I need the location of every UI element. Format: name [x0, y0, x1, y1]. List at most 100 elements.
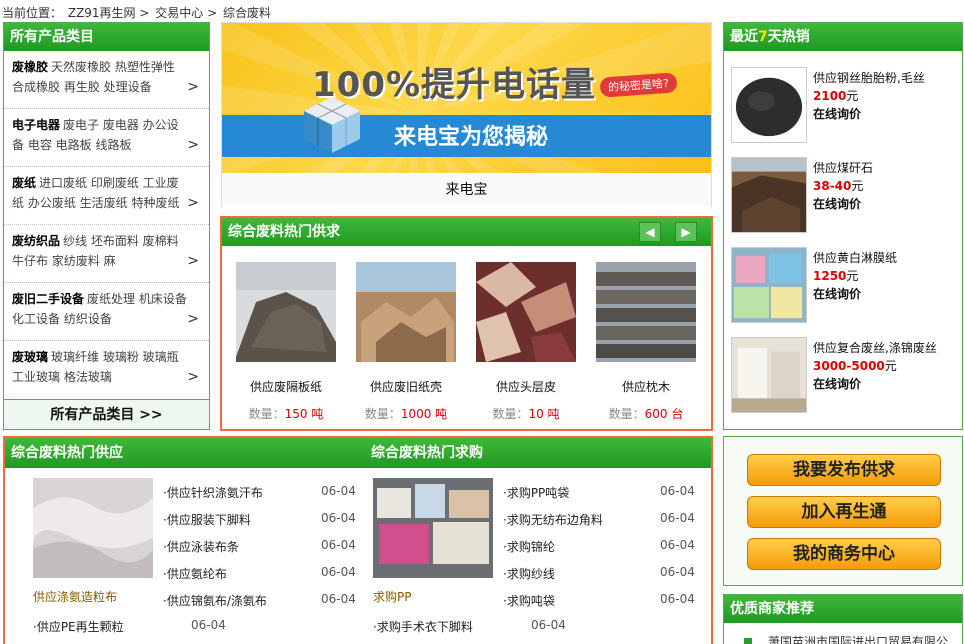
hot-item[interactable]: 供应废旧纸壳 数量：1000 吨 [356, 262, 456, 422]
supply-row-date: 06-04 [191, 618, 226, 632]
product-image[interactable] [731, 67, 807, 143]
demand-row-label[interactable]: ·求购锦纶 [503, 538, 555, 555]
ad-banner[interactable]: 100%提升电话量 的秘密是啥? 来电宝为您揭秘 来电宝 [221, 22, 712, 207]
all-categories-link[interactable]: 所有产品类目 >> [4, 399, 209, 429]
bestsellers-panel: 最近7天热销 供应钢丝胎胎粉,毛丝 2100元 在线询价 供应煤矸石 38-40… [723, 22, 963, 430]
demand-row-label[interactable]: ·求购PP吨袋 [503, 484, 569, 501]
product-image[interactable] [731, 337, 807, 413]
supply-image[interactable] [33, 478, 153, 578]
category-item-glass[interactable]: 废玻璃 玻璃纤维 玻璃粉 玻璃瓶 工业玻璃 格法玻璃 > [4, 341, 209, 399]
category-item-rubber[interactable]: 废橡胶 天然废橡胶 热塑性弹性 合成橡胶 再生胶 处理设备 > [4, 51, 209, 109]
product-image[interactable] [731, 247, 807, 323]
demand-row-label[interactable]: ·求购吨袋 [503, 592, 555, 609]
demand-row-date: 06-04 [660, 538, 695, 552]
bestseller-item[interactable]: 供应复合废丝,涤锦废丝 3000-5000元 在线询价 [724, 337, 962, 427]
merchant-link[interactable]: 萧国苗洲市国际进出口贸易有限公 [768, 633, 948, 644]
action-panel: 我要发布供求 加入再生通 我的商务中心 [723, 436, 963, 586]
bestseller-name[interactable]: 供应煤矸石 [813, 159, 873, 177]
category-name[interactable]: 废橡胶 [12, 60, 48, 74]
breadcrumb-sep: > [139, 6, 150, 20]
inquiry-link[interactable]: 在线询价 [813, 195, 873, 213]
bestseller-price: 38-40 [813, 179, 852, 193]
demand-row-date: 06-04 [660, 484, 695, 498]
supply-row-label[interactable]: ·供应服装下脚料 [163, 511, 251, 528]
bestseller-item[interactable]: 供应钢丝胎胎粉,毛丝 2100元 在线询价 [724, 67, 962, 157]
product-image[interactable] [596, 262, 696, 362]
hot-supply-title: 综合废料热门供求 ◀ ▶ [222, 218, 711, 246]
inquiry-link[interactable]: 在线询价 [813, 105, 925, 123]
product-image[interactable] [236, 262, 336, 362]
carousel-prev-button[interactable]: ◀ [639, 222, 661, 242]
supply-row-date: 06-04 [321, 565, 356, 579]
supply-row-date: 06-04 [321, 511, 356, 525]
category-name[interactable]: 废旧二手设备 [12, 292, 84, 306]
hot-item[interactable]: 供应废隔板纸 数量：150 吨 [236, 262, 336, 422]
qty-label: 数量： [364, 407, 401, 421]
supply-row-label[interactable]: ·供应锦氨布/涤氨布 [163, 592, 267, 609]
bestsellers-title-post: 天热销 [767, 29, 810, 45]
supply-image-caption[interactable]: 供应涤氨造粒布 [33, 588, 117, 605]
demand-row-date: 06-04 [531, 618, 566, 632]
breadcrumb-trade-link[interactable]: 交易中心 [155, 6, 203, 20]
supply-title: 综合废料热门供应 [11, 445, 123, 461]
product-image[interactable] [731, 157, 807, 233]
hot-item-title[interactable]: 供应头层皮 [476, 379, 576, 395]
chevron-right-icon: > [187, 195, 199, 211]
inquiry-link[interactable]: 在线询价 [813, 285, 897, 303]
qty-value: 10 吨 [528, 407, 560, 421]
category-name[interactable]: 电子电器 [12, 118, 60, 132]
category-subs[interactable]: 进口废纸 印刷废纸 工业废纸 办公废纸 生活废纸 特种废纸 [12, 176, 179, 210]
banner-caption-link[interactable]: 来电宝 [222, 173, 711, 207]
banner-subtitle: 来电宝为您揭秘 [394, 125, 549, 150]
category-item-textile[interactable]: 废纺织品 纱线 坯布面料 废棉料 牛仔布 家纺废料 麻 > [4, 225, 209, 283]
supply-row-date: 06-04 [321, 592, 356, 606]
banner-image[interactable]: 100%提升电话量 的秘密是啥? 来电宝为您揭秘 [222, 23, 711, 173]
supply-row-label[interactable]: ·供应针织涤氨汗布 [163, 484, 263, 501]
carousel-next-button[interactable]: ▶ [675, 222, 697, 242]
category-name[interactable]: 废纺织品 [12, 234, 60, 248]
bestseller-name[interactable]: 供应黄白淋膜纸 [813, 249, 897, 267]
merchant-title: 优质商家推荐 [724, 595, 962, 623]
demand-row-date: 06-04 [660, 511, 695, 525]
bestseller-unit: 元 [846, 269, 859, 283]
hot-item-title[interactable]: 供应废旧纸壳 [356, 379, 456, 395]
hot-supply-title-text: 综合废料热门供求 [228, 224, 340, 240]
demand-image-caption[interactable]: 求购PP [373, 588, 411, 605]
chevron-right-icon: > [187, 311, 199, 327]
qty-value: 600 台 [644, 407, 684, 421]
join-zaishengtong-button[interactable]: 加入再生通 [747, 496, 941, 528]
hot-item-title[interactable]: 供应枕木 [596, 379, 696, 395]
breadcrumb-sep: > [207, 6, 218, 20]
bestseller-price: 1250 [813, 269, 847, 283]
demand-row-label[interactable]: ·求购纱线 [503, 565, 555, 582]
hot-item[interactable]: 供应头层皮 数量：10 吨 [476, 262, 576, 422]
product-image[interactable] [476, 262, 576, 362]
demand-row-label[interactable]: ·求购手术衣下脚料 [373, 618, 473, 635]
breadcrumb-prefix: 当前位置： [2, 6, 63, 20]
breadcrumb-home-link[interactable]: ZZ91再生网 [68, 6, 136, 20]
publish-supply-button[interactable]: 我要发布供求 [747, 454, 941, 486]
hot-item-title[interactable]: 供应废隔板纸 [236, 379, 336, 395]
bestseller-item[interactable]: 供应煤矸石 38-40元 在线询价 [724, 157, 962, 247]
demand-row-label[interactable]: ·求购无纺布边角料 [503, 511, 603, 528]
hot-item[interactable]: 供应枕木 数量：600 台 [596, 262, 696, 422]
inquiry-link[interactable]: 在线询价 [813, 375, 937, 393]
bestseller-name[interactable]: 供应钢丝胎胎粉,毛丝 [813, 69, 925, 87]
bestseller-unit: 元 [846, 89, 859, 103]
category-name[interactable]: 废纸 [12, 176, 36, 190]
supply-row-label[interactable]: ·供应泳装布条 [163, 538, 239, 555]
category-name[interactable]: 废玻璃 [12, 350, 48, 364]
category-item-equipment[interactable]: 废旧二手设备 废纸处理 机床设备 化工设备 纺织设备 > [4, 283, 209, 341]
business-center-button[interactable]: 我的商务中心 [747, 538, 941, 570]
bestseller-item[interactable]: 供应黄白淋膜纸 1250元 在线询价 [724, 247, 962, 337]
demand-image[interactable] [373, 478, 493, 578]
supply-row-label[interactable]: ·供应PE再生颗粒 [33, 618, 124, 635]
chevron-right-icon: > [187, 253, 199, 269]
chevron-right-icon: > [187, 369, 199, 385]
category-item-electronics[interactable]: 电子电器 废电子 废电器 办公设备 电容 电路板 线路板 > [4, 109, 209, 167]
bestsellers-title-pre: 最近 [730, 29, 758, 45]
category-item-paper[interactable]: 废纸 进口废纸 印刷废纸 工业废纸 办公废纸 生活废纸 特种废纸 > [4, 167, 209, 225]
bestseller-name[interactable]: 供应复合废丝,涤锦废丝 [813, 339, 937, 357]
supply-row-label[interactable]: ·供应氨纶布 [163, 565, 227, 582]
product-image[interactable] [356, 262, 456, 362]
